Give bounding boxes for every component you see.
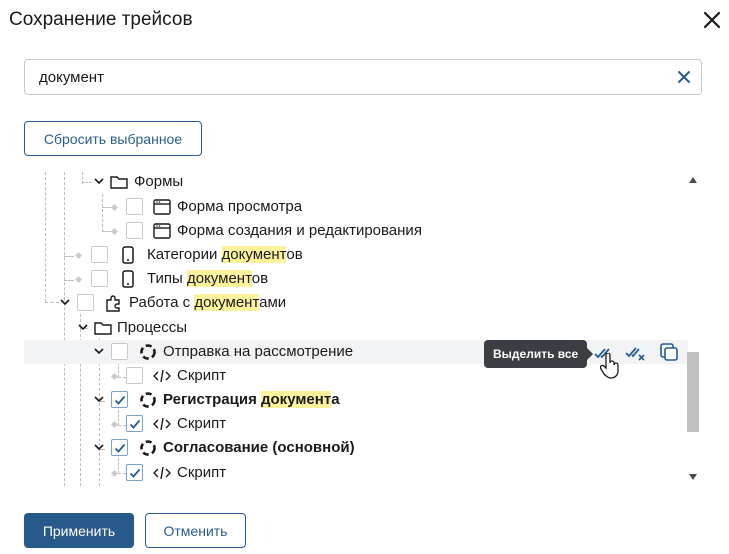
tree-node[interactable]: Скрипт [24,412,688,436]
node-checkbox[interactable] [126,198,143,215]
folder-icon [94,322,112,335]
puzzle-icon [106,295,120,312]
dialog-title: Сохранение трейсов [9,9,193,30]
deselect-all-icon[interactable] [624,342,646,364]
tree-node[interactable]: Форма просмотра [24,195,688,219]
node-checkbox[interactable] [126,222,143,239]
leaf-marker-icon [74,275,83,284]
tree-node[interactable]: Скрипт [24,364,688,388]
check-icon [114,395,126,405]
node-checkbox[interactable] [111,343,128,360]
clear-icon[interactable] [677,70,691,84]
code-icon [153,417,171,431]
tree-node[interactable]: Процессы [24,316,688,340]
check-icon [129,468,141,478]
search-field [24,59,702,95]
tree-node[interactable]: Формы [24,172,688,194]
select-all-tooltip: Выделить все [484,340,594,368]
node-checkbox[interactable] [91,246,108,263]
scroll-up-icon[interactable] [689,177,697,183]
search-input[interactable] [39,67,659,87]
tree-node[interactable]: Согласование (основной) [24,436,688,460]
leaf-marker-icon [110,203,119,212]
folder-icon [110,176,128,189]
tree-node[interactable]: Работа с документами [24,291,688,315]
apply-button[interactable]: Применить [24,513,134,548]
close-icon[interactable] [700,8,724,32]
code-icon [153,369,171,383]
copy-icon[interactable] [658,341,680,363]
tree-node[interactable]: Скрипт [24,461,688,485]
leaf-marker-icon [110,227,119,236]
node-checkbox[interactable] [91,270,108,287]
process-icon [140,344,156,360]
trace-tree: Формы Форма просмотра Форма создания и р… [24,172,688,486]
chevron-down-icon[interactable] [60,297,70,307]
mobile-icon [122,246,134,264]
leaf-marker-icon [110,372,119,381]
check-icon [114,443,126,453]
leaf-marker-icon [110,420,119,429]
chevron-down-icon[interactable] [94,346,104,356]
tree-node[interactable]: Форма создания и редактирования [24,219,688,243]
tree-node[interactable]: Типы документов [24,267,688,291]
mobile-icon [122,270,134,288]
code-icon [153,466,171,480]
pointer-cursor-icon [599,352,620,379]
form-icon [153,199,171,215]
tree-node[interactable]: Регистрация документа [24,388,688,412]
node-checkbox[interactable] [126,367,143,384]
tree-node[interactable]: Категории документов [24,243,688,267]
tree-scrollbar[interactable] [686,172,700,486]
leaf-marker-icon [110,469,119,478]
chevron-down-icon[interactable] [94,176,104,186]
node-checkbox[interactable] [77,294,94,311]
reset-selection-button[interactable]: Сбросить выбранное [24,121,202,156]
node-checkbox[interactable] [126,415,143,432]
leaf-marker-icon [74,251,83,260]
node-checkbox[interactable] [126,464,143,481]
chevron-down-icon[interactable] [94,394,104,404]
scroll-thumb[interactable] [687,352,699,432]
chevron-down-icon[interactable] [78,322,88,332]
node-checkbox[interactable] [111,439,128,456]
cancel-button[interactable]: Отменить [145,513,246,548]
chevron-down-icon[interactable] [94,442,104,452]
check-icon [129,419,141,429]
form-icon [153,223,171,239]
node-checkbox[interactable] [111,391,128,408]
process-icon [140,392,156,408]
scroll-down-icon[interactable] [689,474,697,480]
process-icon [140,440,156,456]
